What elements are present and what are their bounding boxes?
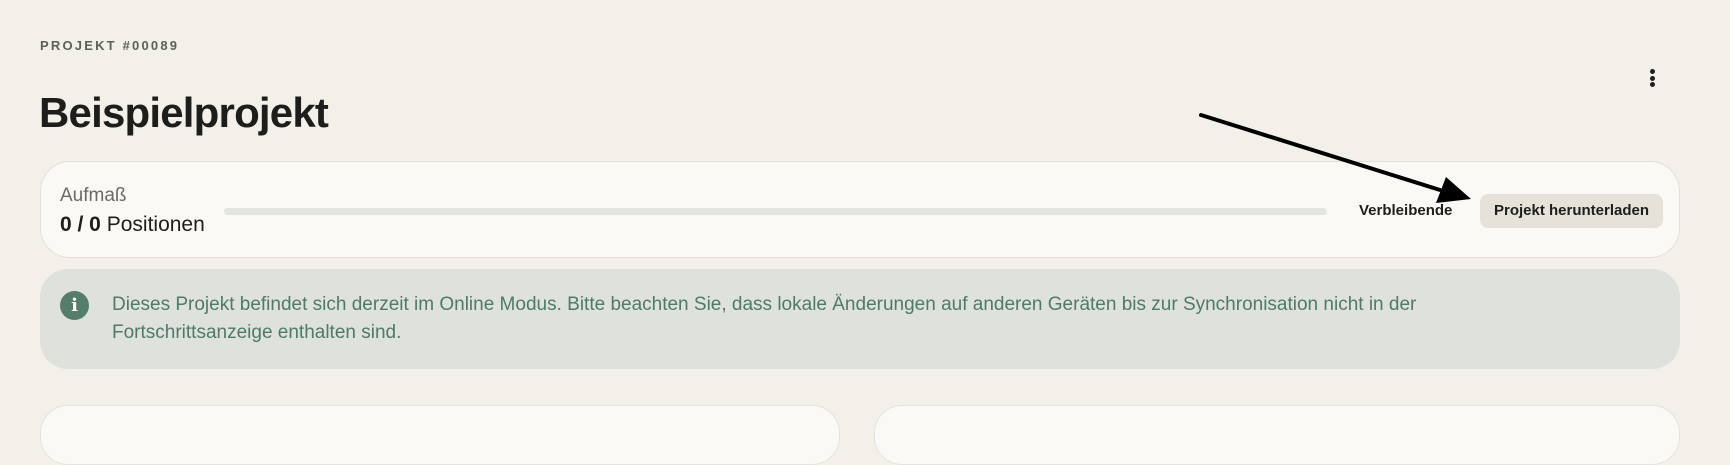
remaining-label: Verbleibende xyxy=(1359,202,1453,219)
bottom-card-left xyxy=(40,405,840,465)
more-vertical-icon-dot xyxy=(1649,69,1655,74)
positions-count-value: 0 / 0 xyxy=(60,213,101,236)
info-icon: i xyxy=(60,291,89,320)
progress-label: Aufmaß xyxy=(60,185,127,206)
positions-unit: Positionen xyxy=(106,213,205,236)
info-message: Dieses Projekt befindet sich derzeit im … xyxy=(112,294,1417,343)
more-options-button[interactable] xyxy=(1640,64,1664,92)
bottom-card-right xyxy=(874,405,1680,465)
positions-count: 0 / 0 Positionen xyxy=(60,214,205,235)
more-vertical-icon-dot xyxy=(1649,82,1655,87)
more-vertical-icon-dot xyxy=(1649,75,1655,81)
page-title: Beispielprojekt xyxy=(39,89,329,136)
progress-card: Aufmaß 0 / 0 Positionen Verbleibende Pro… xyxy=(40,161,1680,258)
project-number: PROJEKT #00089 xyxy=(40,38,180,53)
info-banner: i Dieses Projekt befindet sich derzeit i… xyxy=(40,269,1680,369)
download-project-button[interactable]: Projekt herunterladen xyxy=(1480,194,1664,228)
progress-bar xyxy=(224,208,1327,215)
